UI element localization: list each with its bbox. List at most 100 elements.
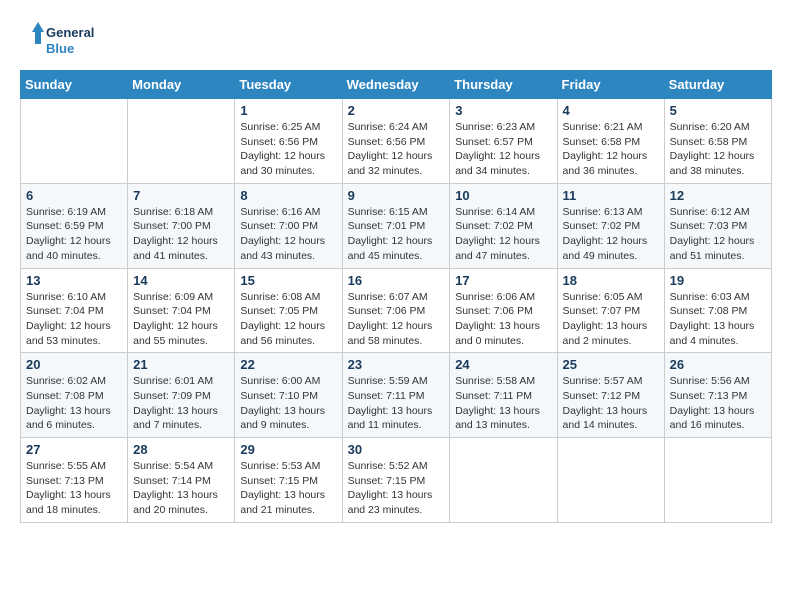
calendar-cell [128,99,235,184]
calendar-cell: 17 Sunrise: 6:06 AMSunset: 7:06 PMDayligh… [450,268,557,353]
calendar-cell: 24 Sunrise: 5:58 AMSunset: 7:11 PMDayligh… [450,353,557,438]
calendar-cell: 2 Sunrise: 6:24 AMSunset: 6:56 PMDaylight… [342,99,450,184]
day-info: Sunrise: 5:58 AMSunset: 7:11 PMDaylight:… [455,374,551,433]
calendar-cell: 28Sunrise: 5:54 AMSunset: 7:14 PMDayligh… [128,438,235,523]
day-info: Sunrise: 6:03 AMSunset: 7:08 PMDaylight:… [670,290,766,349]
day-info: Sunrise: 6:14 AMSunset: 7:02 PMDaylight:… [455,205,551,264]
weekday-header-wednesday: Wednesday [342,71,450,99]
calendar-cell: 1Sunrise: 6:25 AMSunset: 6:56 PMDaylight… [235,99,342,184]
day-info: Sunrise: 6:16 AMSunset: 7:00 PMDaylight:… [240,205,336,264]
calendar-cell [664,438,771,523]
day-number: 14 [133,273,229,288]
calendar-cell: 25 Sunrise: 5:57 AMSunset: 7:12 PMDayligh… [557,353,664,438]
calendar-cell: 21 Sunrise: 6:01 AMSunset: 7:09 PMDayligh… [128,353,235,438]
day-number: 24 [455,357,551,372]
day-number: 6 [26,188,122,203]
day-number: 2 [348,103,445,118]
day-info: Sunrise: 6:19 AMSunset: 6:59 PMDaylight:… [26,205,122,264]
day-number: 16 [348,273,445,288]
weekday-header-friday: Friday [557,71,664,99]
calendar-cell: 26 Sunrise: 5:56 AMSunset: 7:13 PMDayligh… [664,353,771,438]
day-info: Sunrise: 6:01 AMSunset: 7:09 PMDaylight:… [133,374,229,433]
calendar-cell: 27 Sunrise: 5:55 AMSunset: 7:13 PMDayligh… [21,438,128,523]
day-number: 27 [26,442,122,457]
calendar-cell: 8 Sunrise: 6:16 AMSunset: 7:00 PMDaylight… [235,183,342,268]
day-info: Sunrise: 6:05 AMSunset: 7:07 PMDaylight:… [563,290,659,349]
weekday-header-row: SundayMondayTuesdayWednesdayThursdayFrid… [21,71,772,99]
day-info: Sunrise: 6:13 AMSunset: 7:02 PMDaylight:… [563,205,659,264]
day-info: Sunrise: 6:06 AMSunset: 7:06 PMDaylight:… [455,290,551,349]
weekday-header-monday: Monday [128,71,235,99]
calendar-cell: 22Sunrise: 6:00 AMSunset: 7:10 PMDayligh… [235,353,342,438]
day-info: Sunrise: 5:57 AMSunset: 7:12 PMDaylight:… [563,374,659,433]
day-number: 9 [348,188,445,203]
day-info: Sunrise: 5:55 AMSunset: 7:13 PMDaylight:… [26,459,122,518]
weekday-header-thursday: Thursday [450,71,557,99]
day-number: 15 [240,273,336,288]
day-number: 25 [563,357,659,372]
calendar-cell: 7Sunrise: 6:18 AMSunset: 7:00 PMDaylight… [128,183,235,268]
day-number: 10 [455,188,551,203]
day-number: 12 [670,188,766,203]
weekday-header-tuesday: Tuesday [235,71,342,99]
day-info: Sunrise: 6:24 AMSunset: 6:56 PMDaylight:… [348,120,445,179]
calendar-cell: 29 Sunrise: 5:53 AMSunset: 7:15 PMDayligh… [235,438,342,523]
day-info: Sunrise: 5:53 AMSunset: 7:15 PMDaylight:… [240,459,336,518]
week-row-5: 27 Sunrise: 5:55 AMSunset: 7:13 PMDayligh… [21,438,772,523]
calendar-cell: 9 Sunrise: 6:15 AMSunset: 7:01 PMDaylight… [342,183,450,268]
day-info: Sunrise: 6:09 AMSunset: 7:04 PMDaylight:… [133,290,229,349]
day-info: Sunrise: 6:10 AMSunset: 7:04 PMDaylight:… [26,290,122,349]
calendar-cell: 15 Sunrise: 6:08 AMSunset: 7:05 PMDayligh… [235,268,342,353]
svg-text:General: General [46,25,94,40]
calendar-cell: 18 Sunrise: 6:05 AMSunset: 7:07 PMDayligh… [557,268,664,353]
day-info: Sunrise: 6:00 AMSunset: 7:10 PMDaylight:… [240,374,336,433]
calendar-cell: 4Sunrise: 6:21 AMSunset: 6:58 PMDaylight… [557,99,664,184]
page-header: General Blue [20,20,772,60]
day-number: 18 [563,273,659,288]
day-number: 26 [670,357,766,372]
day-info: Sunrise: 6:08 AMSunset: 7:05 PMDaylight:… [240,290,336,349]
weekday-header-sunday: Sunday [21,71,128,99]
calendar-cell: 30 Sunrise: 5:52 AMSunset: 7:15 PMDayligh… [342,438,450,523]
calendar-cell: 14 Sunrise: 6:09 AMSunset: 7:04 PMDayligh… [128,268,235,353]
day-number: 28 [133,442,229,457]
weekday-header-saturday: Saturday [664,71,771,99]
calendar-cell: 13Sunrise: 6:10 AMSunset: 7:04 PMDayligh… [21,268,128,353]
calendar-cell [21,99,128,184]
calendar-cell: 12 Sunrise: 6:12 AMSunset: 7:03 PMDayligh… [664,183,771,268]
day-number: 7 [133,188,229,203]
calendar-cell: 3Sunrise: 6:23 AMSunset: 6:57 PMDaylight… [450,99,557,184]
calendar-cell: 23 Sunrise: 5:59 AMSunset: 7:11 PMDayligh… [342,353,450,438]
day-number: 30 [348,442,445,457]
day-number: 11 [563,188,659,203]
day-info: Sunrise: 6:07 AMSunset: 7:06 PMDaylight:… [348,290,445,349]
calendar-cell: 6 Sunrise: 6:19 AMSunset: 6:59 PMDaylight… [21,183,128,268]
day-info: Sunrise: 6:15 AMSunset: 7:01 PMDaylight:… [348,205,445,264]
day-number: 29 [240,442,336,457]
day-info: Sunrise: 5:59 AMSunset: 7:11 PMDaylight:… [348,374,445,433]
day-info: Sunrise: 6:23 AMSunset: 6:57 PMDaylight:… [455,120,551,179]
calendar-table: SundayMondayTuesdayWednesdayThursdayFrid… [20,70,772,523]
day-number: 23 [348,357,445,372]
week-row-1: 1Sunrise: 6:25 AMSunset: 6:56 PMDaylight… [21,99,772,184]
week-row-2: 6 Sunrise: 6:19 AMSunset: 6:59 PMDaylight… [21,183,772,268]
calendar-cell [450,438,557,523]
day-info: Sunrise: 6:21 AMSunset: 6:58 PMDaylight:… [563,120,659,179]
day-number: 20 [26,357,122,372]
calendar-cell: 5Sunrise: 6:20 AMSunset: 6:58 PMDaylight… [664,99,771,184]
calendar-cell: 11 Sunrise: 6:13 AMSunset: 7:02 PMDayligh… [557,183,664,268]
calendar-cell [557,438,664,523]
day-number: 8 [240,188,336,203]
day-info: Sunrise: 5:52 AMSunset: 7:15 PMDaylight:… [348,459,445,518]
svg-text:Blue: Blue [46,41,74,56]
logo-svg: General Blue [20,20,110,60]
calendar-cell: 16 Sunrise: 6:07 AMSunset: 7:06 PMDayligh… [342,268,450,353]
day-info: Sunrise: 6:02 AMSunset: 7:08 PMDaylight:… [26,374,122,433]
calendar-cell: 19Sunrise: 6:03 AMSunset: 7:08 PMDayligh… [664,268,771,353]
day-info: Sunrise: 6:12 AMSunset: 7:03 PMDaylight:… [670,205,766,264]
day-number: 17 [455,273,551,288]
logo: General Blue [20,20,110,60]
day-number: 5 [670,103,766,118]
day-info: Sunrise: 5:56 AMSunset: 7:13 PMDaylight:… [670,374,766,433]
day-number: 21 [133,357,229,372]
